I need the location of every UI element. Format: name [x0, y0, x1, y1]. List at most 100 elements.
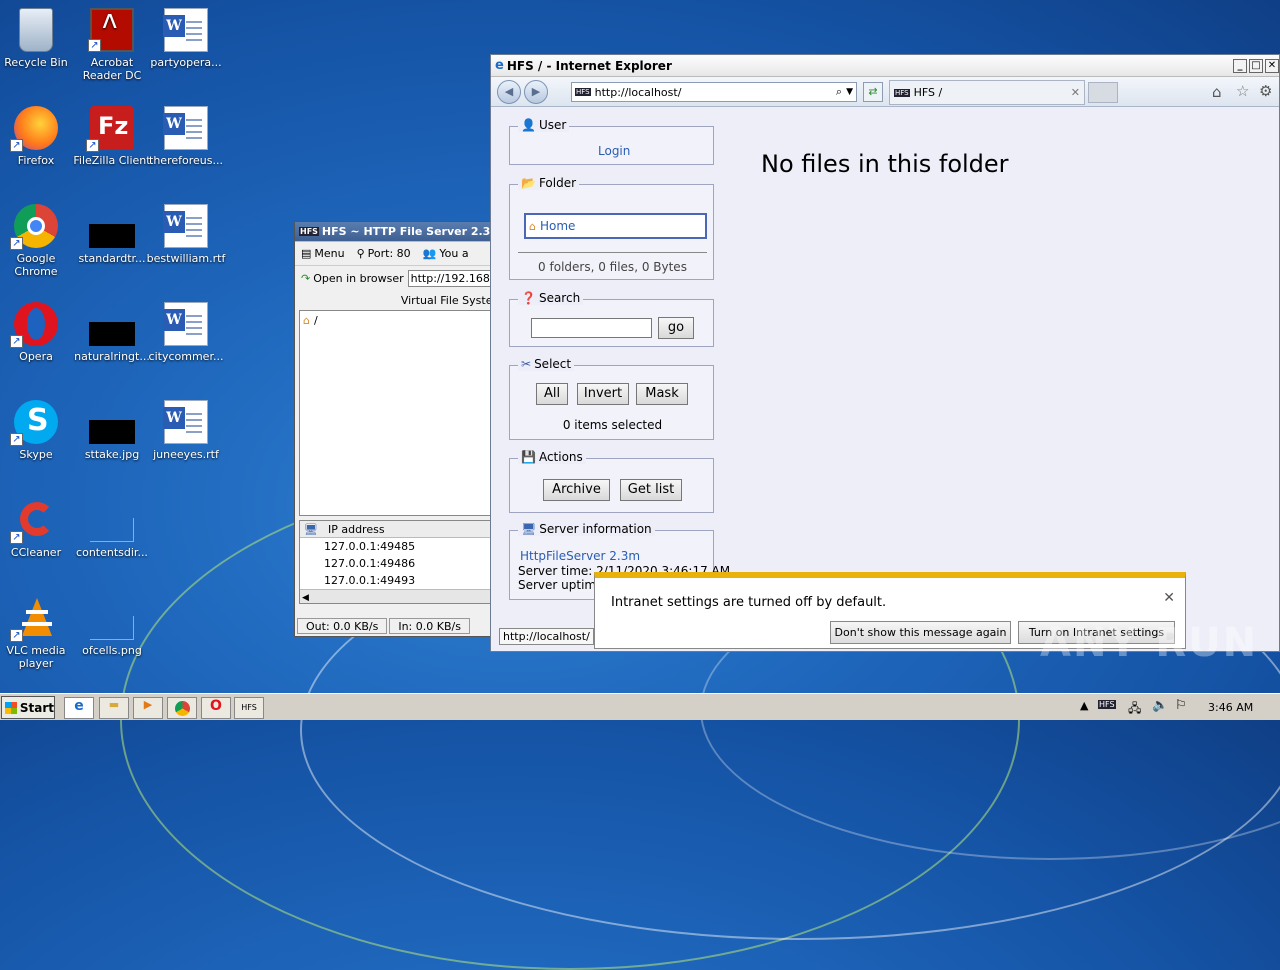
settings-gear-icon[interactable]: ⚙ — [1259, 82, 1272, 100]
desktop-icon-firefox[interactable]: ↗ Firefox — [0, 106, 76, 167]
taskbar-ie[interactable]: e — [64, 697, 94, 719]
vlc-icon: ↗ — [10, 596, 58, 642]
windows-logo-icon — [5, 701, 17, 714]
taskbar-opera[interactable]: O — [201, 697, 231, 719]
desktop-icon-naturalringt[interactable]: naturalringt... — [72, 302, 152, 363]
desktop-icon-recycle-bin[interactable]: Recycle Bin — [0, 8, 76, 69]
vfs-root-item[interactable]: ⌂ / — [303, 314, 495, 327]
ie-titlebar[interactable]: e HFS / - Internet Explorer _ □ ✕ — [491, 55, 1279, 77]
desktop-icon-vlc[interactable]: ↗ VLC media player — [0, 596, 76, 670]
items-selected: 0 items selected — [562, 418, 663, 432]
tab-close-icon[interactable]: ✕ — [1071, 86, 1084, 99]
maximize-button[interactable]: □ — [1249, 58, 1263, 73]
address-bar[interactable]: HFS http://localhost/ ⌕ ▼ — [571, 82, 857, 102]
server-name-link[interactable]: HttpFileServer 2.3m — [520, 549, 640, 563]
word-document-icon: W — [163, 400, 208, 444]
desktop-icon-skype[interactable]: S ↗ Skype — [0, 400, 76, 461]
new-tab-button[interactable] — [1088, 82, 1118, 103]
invert-button[interactable]: Invert — [577, 383, 629, 405]
help-icon: ❓ — [521, 291, 536, 305]
tab-hfs[interactable]: HFS HFS / ✕ — [889, 80, 1085, 105]
word-document-icon: W — [163, 302, 208, 346]
word-document-icon: W — [163, 204, 208, 248]
connections-scrollbar[interactable]: ◀ — [300, 589, 498, 603]
black-thumbnail-icon — [89, 322, 135, 346]
desktop-icon-partyopera[interactable]: W partyopera... — [146, 8, 226, 69]
hfs-url-field[interactable]: http://192.168.1 — [407, 269, 503, 287]
taskbar-chrome[interactable] — [167, 697, 197, 719]
taskbar-media[interactable]: ▶ — [133, 697, 163, 719]
connection-row[interactable]: 127.0.0.1:49485 — [300, 538, 498, 555]
desktop-icon-standardtr[interactable]: standardtr... — [72, 204, 152, 265]
hfs-port-button[interactable]: ⚲ Port: 80 — [357, 247, 411, 260]
clock[interactable]: 3:46 AM — [1208, 701, 1253, 714]
desktop-icon-sttake[interactable]: sttake.jpg — [72, 400, 152, 461]
desktop-icon-acrobat[interactable]: ᴧ ↗ Acrobat Reader DC — [72, 7, 152, 82]
dont-show-again-button[interactable]: Don't show this message again — [830, 621, 1011, 644]
refresh-button[interactable]: ⇄ — [863, 82, 883, 102]
home-folder-link[interactable]: ⌂ Home — [524, 213, 707, 239]
taskbar-explorer[interactable]: ▬ — [99, 697, 129, 719]
tray-overflow-icon[interactable]: ▲ — [1080, 699, 1088, 712]
folder-panel: 📂 Folder ⌂ Home 0 folders, 0 files, 0 Byt… — [509, 176, 714, 280]
connection-row[interactable]: 127.0.0.1:49486 — [300, 555, 498, 572]
desktop-icon-opera[interactable]: ↗ Opera — [0, 302, 76, 363]
notification-message: Intranet settings are turned off by defa… — [611, 595, 887, 610]
notification-close-icon[interactable]: ✕ — [1163, 590, 1175, 606]
vfs-tree[interactable]: ⌂ / — [299, 310, 499, 516]
desktop-icon-ofcells[interactable]: ofcells.png — [72, 596, 152, 657]
folder-legend: Folder — [538, 176, 577, 190]
chrome-icon — [174, 701, 190, 716]
desktop-icon-filezilla[interactable]: Fz ↗ FileZilla Client — [72, 106, 152, 167]
tray-hfs-icon[interactable]: HFS — [1098, 700, 1116, 709]
hfs-favicon: HFS — [894, 88, 910, 97]
action-center-flag-icon[interactable]: ⚐ — [1175, 698, 1187, 713]
desktop-icon-thereforeus[interactable]: W thereforeus... — [146, 106, 226, 167]
server-uptime: Server uptime — [518, 578, 604, 592]
folder-icon: 📂 — [521, 176, 536, 190]
network-icon[interactable]: 🖧 — [1128, 699, 1141, 720]
desktop-icon-chrome[interactable]: ↗ Google Chrome — [0, 204, 76, 278]
dropdown-icon[interactable]: ▼ — [846, 87, 856, 97]
favorites-star-icon[interactable]: ☆ — [1236, 82, 1249, 100]
desktop-icon-contentsdir[interactable]: contentsdir... — [72, 498, 152, 559]
go-button[interactable]: go — [658, 317, 694, 339]
anyrun-watermark: ANY RUN — [1040, 620, 1259, 666]
hfs-you-are-button[interactable]: 👥 You a — [423, 247, 469, 260]
taskbar-hfs[interactable]: HFS — [234, 697, 264, 719]
back-button[interactable]: ◀ — [497, 80, 521, 104]
connections-header[interactable]: 🖥 IP address — [300, 521, 498, 538]
mask-button[interactable]: Mask — [636, 383, 688, 405]
hfs-menu-button[interactable]: ▤ Menu — [301, 247, 345, 260]
hfs-window[interactable]: HFS HFS ~ HTTP File Server 2.3m ▤ Menu ⚲ P… — [294, 221, 504, 637]
select-panel: ✂ Select All Invert Mask 0 items selected — [509, 357, 714, 440]
user-icon: 👤 — [521, 118, 536, 132]
select-legend: Select — [534, 357, 572, 371]
desktop-icon-ccleaner[interactable]: ↗ CCleaner — [0, 498, 76, 559]
minimize-button[interactable]: _ — [1233, 58, 1247, 73]
opera-icon: O — [210, 698, 222, 714]
archive-button[interactable]: Archive — [543, 479, 610, 501]
connection-row[interactable]: 127.0.0.1:49493 — [300, 572, 498, 589]
hfs-titlebar[interactable]: HFS HFS ~ HTTP File Server 2.3m — [295, 222, 503, 242]
open-in-browser-button[interactable]: ↷ Open in browser — [301, 272, 404, 285]
close-button[interactable]: ✕ — [1265, 58, 1279, 73]
home-icon[interactable]: ⌂ — [1212, 83, 1222, 101]
get-list-button[interactable]: Get list — [620, 479, 682, 501]
desktop-icon-bestwilliam[interactable]: W bestwilliam.rtf — [146, 204, 226, 265]
server-legend: Server information — [539, 522, 652, 536]
ie-window[interactable]: e HFS / - Internet Explorer _ □ ✕ ◀ ▶ HF… — [490, 54, 1280, 652]
in-speed: In: 0.0 KB/s — [389, 618, 470, 634]
volume-icon[interactable]: 🔈 — [1152, 698, 1168, 713]
ie-icon: e — [74, 698, 84, 714]
search-input[interactable] — [531, 318, 652, 338]
hfs-toolbar: ▤ Menu ⚲ Port: 80 👥 You a — [295, 242, 503, 266]
desktop-icon-citycommer[interactable]: W citycommer... — [146, 302, 226, 363]
forward-button[interactable]: ▶ — [524, 80, 548, 104]
login-link[interactable]: Login — [598, 144, 630, 158]
select-all-button[interactable]: All — [536, 383, 568, 405]
desktop-icon-juneeyes[interactable]: W juneeyes.rtf — [146, 400, 226, 461]
search-icon[interactable]: ⌕ — [836, 85, 842, 99]
connections-list[interactable]: 🖥 IP address 127.0.0.1:49485 127.0.0.1:49… — [299, 520, 499, 604]
start-button[interactable]: Start — [1, 696, 55, 719]
